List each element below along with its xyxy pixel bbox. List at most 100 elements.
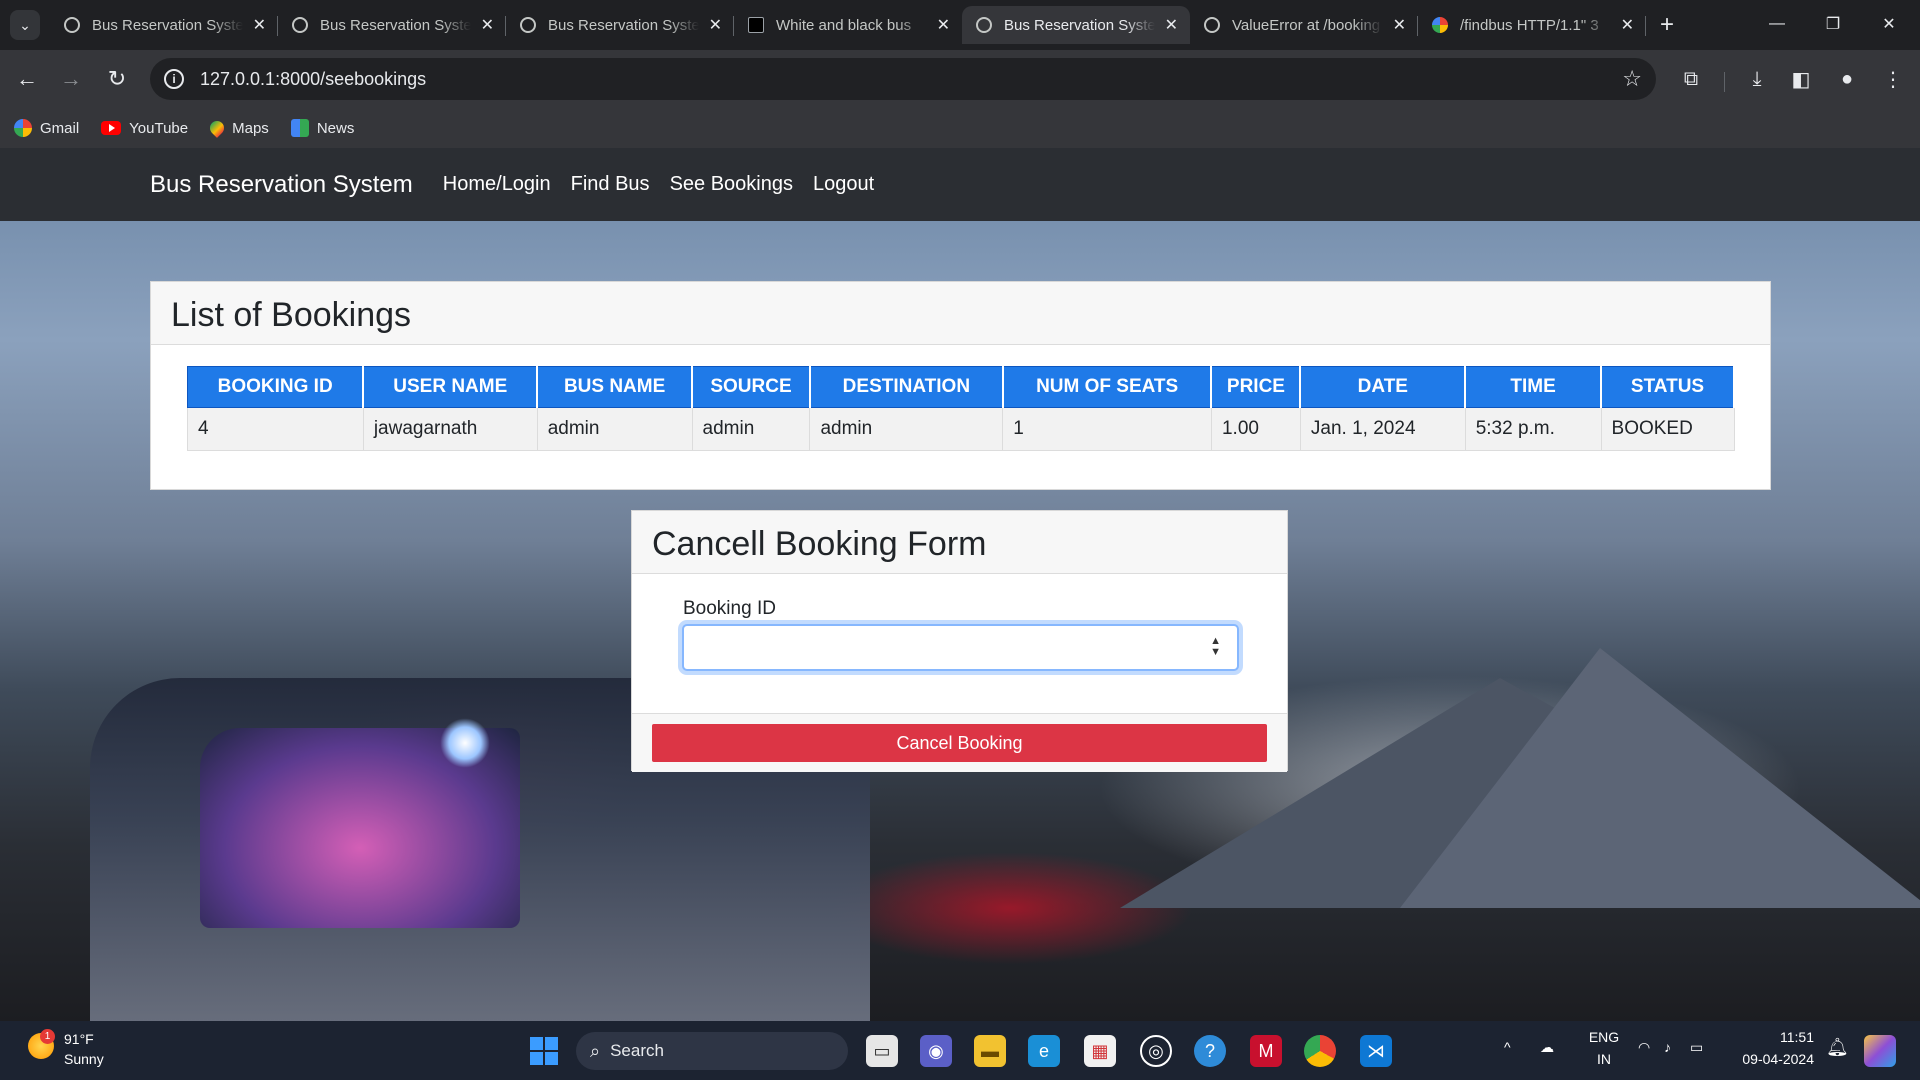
bookmark-label: Maps xyxy=(232,119,269,137)
url-text[interactable]: 127.0.0.1:8000/seebookings xyxy=(200,69,426,90)
volume-icon[interactable]: ♪ xyxy=(1664,1039,1671,1055)
minimize-icon[interactable]: — xyxy=(1754,8,1800,40)
tray-overflow-icon[interactable]: ^ xyxy=(1504,1039,1511,1055)
tab-3[interactable]: White and black bus ✕ xyxy=(734,6,962,44)
close-icon[interactable]: ✕ xyxy=(1393,15,1406,35)
taskbar-search[interactable]: ⌕ Search xyxy=(576,1032,848,1070)
column-header-source: SOURCE xyxy=(691,366,811,408)
profile-icon[interactable]: ● xyxy=(1832,64,1862,94)
tab-list: Bus Reservation System ✕ Bus Reservation… xyxy=(50,6,1646,50)
cancel-booking-card: Cancell Booking Form Booking ID ▲ ▼ Cance… xyxy=(631,510,1288,772)
language-bottom[interactable]: IN xyxy=(1586,1051,1622,1067)
cancel-booking-button[interactable]: Cancel Booking xyxy=(652,724,1267,762)
close-icon[interactable]: ✕ xyxy=(1621,15,1634,35)
cell-destination: admin xyxy=(809,407,1004,451)
kebab-menu-icon[interactable]: ⋮ xyxy=(1878,64,1908,94)
clock-time[interactable]: 11:51 xyxy=(1734,1029,1814,1045)
edge-browser-icon[interactable]: e xyxy=(1028,1035,1060,1067)
tab-title: ValueError at /booking xyxy=(1232,16,1381,34)
site-info-icon[interactable]: i xyxy=(164,69,184,89)
close-icon[interactable]: ✕ xyxy=(481,15,494,35)
battery-icon[interactable]: ▭ xyxy=(1690,1039,1703,1056)
tab-title: /findbus HTTP/1.1" 3 xyxy=(1460,16,1599,34)
address-bar[interactable]: i 127.0.0.1:8000/seebookings ☆ xyxy=(150,58,1656,100)
column-header-num-of-seats: NUM OF SEATS xyxy=(1002,366,1213,408)
tab-title: Bus Reservation System xyxy=(320,16,471,34)
globe-icon xyxy=(64,17,80,33)
windows-start-icon[interactable] xyxy=(530,1037,558,1065)
restore-icon[interactable]: ❐ xyxy=(1810,8,1856,40)
windows-taskbar: 1 91°F Sunny ⌕ Search ▭ ◉ ▬ e ▦ ◎ ? M ⋊ … xyxy=(0,1021,1920,1080)
reload-icon[interactable]: ↻ xyxy=(102,64,132,94)
extensions-icon[interactable]: ⧉ xyxy=(1676,64,1706,94)
site-brand[interactable]: Bus Reservation System xyxy=(150,171,413,199)
bookmark-maps[interactable]: Maps xyxy=(207,118,269,138)
chat-icon[interactable]: ◉ xyxy=(920,1035,952,1067)
language-top[interactable]: ENG xyxy=(1586,1029,1622,1045)
close-icon[interactable]: ✕ xyxy=(1165,15,1178,35)
tab-5[interactable]: ValueError at /booking ✕ xyxy=(1190,6,1418,44)
globe-icon xyxy=(976,17,992,33)
weather-badge: 1 xyxy=(40,1029,55,1044)
toolbar-divider xyxy=(1724,72,1725,92)
cell-user-name: jawagarnath xyxy=(362,407,538,451)
clock-date[interactable]: 09-04-2024 xyxy=(1724,1051,1814,1067)
file-explorer-icon[interactable]: ▬ xyxy=(974,1035,1006,1067)
store-icon[interactable]: ▦ xyxy=(1084,1035,1116,1067)
wifi-icon[interactable]: ◠ xyxy=(1638,1039,1650,1056)
tab-1[interactable]: Bus Reservation System ✕ xyxy=(278,6,506,44)
star-icon[interactable]: ☆ xyxy=(1622,66,1642,92)
app-circle-icon[interactable]: ◎ xyxy=(1140,1035,1172,1067)
tab-title: Bus Reservation System xyxy=(92,16,243,34)
onedrive-icon[interactable]: ☁ xyxy=(1540,1039,1554,1056)
close-window-icon[interactable]: ✕ xyxy=(1866,8,1912,40)
booking-id-input[interactable]: ▲ ▼ xyxy=(682,624,1239,671)
bookmarks-bar: Gmail YouTube Maps News xyxy=(0,108,1920,148)
tab-title: Bus Reservation System xyxy=(548,16,699,34)
side-panel-icon[interactable]: ◧ xyxy=(1786,64,1816,94)
vscode-icon[interactable]: ⋊ xyxy=(1360,1035,1392,1067)
bookmark-label: Gmail xyxy=(40,119,80,137)
nav-link-logout[interactable]: Logout xyxy=(813,173,874,196)
bookmark-gmail[interactable]: Gmail xyxy=(14,119,79,137)
number-spinner-icon[interactable]: ▲ ▼ xyxy=(1210,636,1221,658)
bookmark-youtube[interactable]: YouTube xyxy=(101,120,188,137)
bookings-table: BOOKING ID USER NAME BUS NAME SOURCE DES… xyxy=(187,366,1735,451)
cell-num-of-seats: 1 xyxy=(1002,407,1212,451)
task-view-icon[interactable]: ▭ xyxy=(866,1035,898,1067)
maps-icon xyxy=(207,118,228,138)
column-header-price: PRICE xyxy=(1210,366,1302,408)
cell-date: Jan. 1, 2024 xyxy=(1299,407,1466,451)
search-icon: ⌕ xyxy=(590,1040,601,1061)
nav-link-find-bus[interactable]: Find Bus xyxy=(571,173,650,196)
bookmark-news[interactable]: News xyxy=(290,119,354,137)
search-label: Search xyxy=(610,1041,664,1060)
forward-arrow-icon[interactable]: → xyxy=(56,64,86,94)
site-navbar: Bus Reservation System Home/Login Find B… xyxy=(0,148,1920,221)
help-icon[interactable]: ? xyxy=(1194,1035,1226,1067)
close-icon[interactable]: ✕ xyxy=(709,15,722,35)
column-header-bus-name: BUS NAME xyxy=(536,366,694,408)
bookings-title: List of Bookings xyxy=(151,282,1770,345)
tab-4-active[interactable]: Bus Reservation System ✕ xyxy=(962,6,1190,44)
background-mountain xyxy=(1400,648,1920,908)
notification-bell-icon[interactable]: 🔔︎ xyxy=(1826,1037,1849,1058)
globe-icon xyxy=(292,17,308,33)
mcafee-icon[interactable]: M xyxy=(1250,1035,1282,1067)
tab-2[interactable]: Bus Reservation System ✕ xyxy=(506,6,734,44)
weather-description[interactable]: Sunny xyxy=(64,1051,104,1067)
tab-6[interactable]: /findbus HTTP/1.1" 3 ✕ xyxy=(1418,6,1646,44)
nav-link-home-login[interactable]: Home/Login xyxy=(443,173,551,196)
nav-link-see-bookings[interactable]: See Bookings xyxy=(670,173,793,196)
close-icon[interactable]: ✕ xyxy=(253,15,266,35)
new-tab-button[interactable]: + xyxy=(1652,10,1682,40)
tab-0[interactable]: Bus Reservation System ✕ xyxy=(50,6,278,44)
chrome-icon[interactable] xyxy=(1304,1035,1336,1067)
cancel-form-footer: Cancel Booking xyxy=(632,713,1287,772)
tab-search-button[interactable]: ⌄ xyxy=(10,10,40,40)
weather-temperature[interactable]: 91°F xyxy=(64,1031,94,1047)
copilot-icon[interactable] xyxy=(1864,1035,1896,1067)
back-arrow-icon[interactable]: ← xyxy=(12,64,42,94)
download-icon[interactable]: ⤓ xyxy=(1742,64,1772,94)
close-icon[interactable]: ✕ xyxy=(937,15,950,35)
